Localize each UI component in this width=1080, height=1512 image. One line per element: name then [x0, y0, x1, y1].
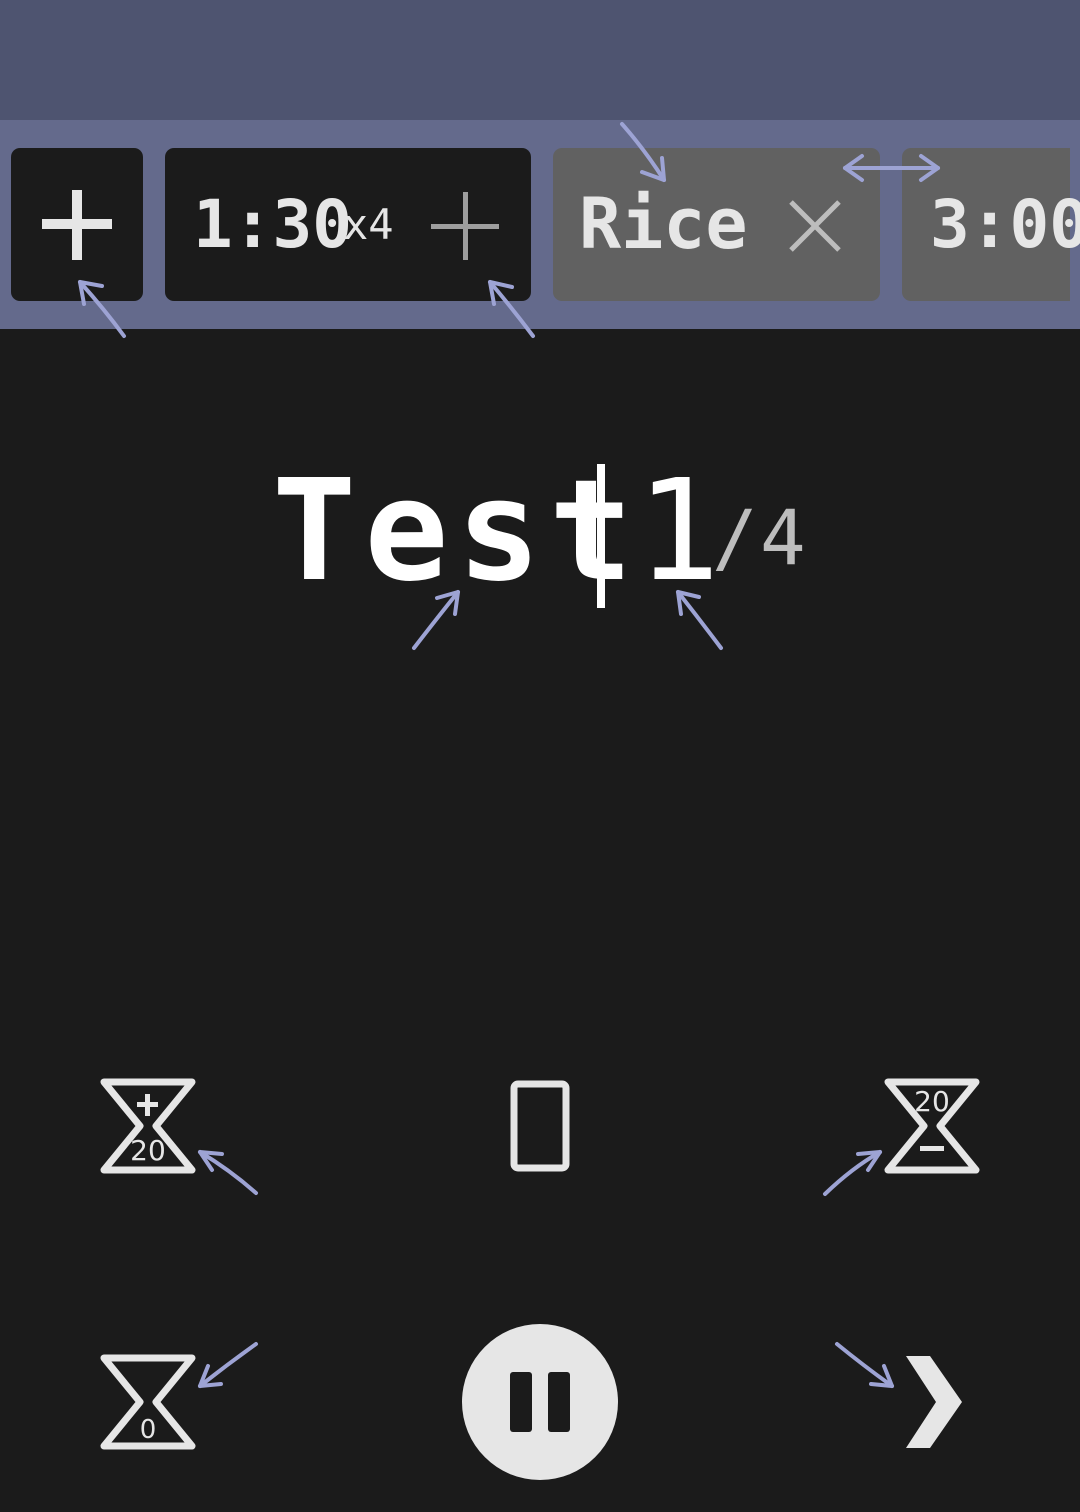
hint-arrow-icon [676, 590, 723, 650]
hint-arrows-overlay [78, 122, 940, 1388]
hint-arrow-icon [835, 1342, 894, 1388]
hint-arrow-icon [823, 1150, 882, 1196]
hint-double-arrow-icon [843, 154, 940, 182]
hint-arrow-icon [198, 1150, 258, 1195]
hint-arrow-icon [412, 590, 460, 650]
hint-arrow-icon [620, 122, 666, 182]
hint-arrow-icon [488, 280, 535, 338]
app-screen: 1:30 x4 Rice 3:00 Test 1 / 4 20 20 0 [0, 0, 1080, 1512]
hint-arrow-icon [198, 1342, 258, 1388]
hint-arrow-icon [78, 280, 126, 338]
